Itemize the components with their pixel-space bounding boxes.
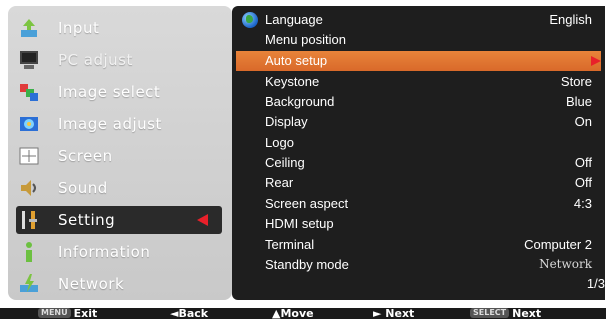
information-icon (18, 241, 40, 263)
menu-item-screen[interactable]: Screen (16, 142, 222, 170)
projector-menu: Input PC adjust Image select Image adjus… (0, 0, 606, 308)
menu-item-label: Sound (58, 179, 108, 197)
network-icon (18, 273, 40, 295)
page-indicator: 1/3 (586, 276, 605, 291)
next-hint: ► Next (373, 308, 415, 319)
menu-item-input[interactable]: Input (16, 14, 222, 42)
menu-item-setting[interactable]: Setting (16, 206, 222, 234)
input-icon (18, 17, 40, 39)
submenu-arrow-icon (591, 56, 601, 66)
menu-item-label: Image adjust (58, 115, 162, 133)
image-select-icon (18, 81, 40, 103)
menu-item-image-select[interactable]: Image select (16, 78, 222, 106)
menu-item-network[interactable]: Network (16, 270, 222, 298)
menu-item-sound[interactable]: Sound (16, 174, 222, 202)
exit-hint: MENU Exit (38, 308, 97, 319)
setting-row-background[interactable]: Background Blue (236, 92, 601, 112)
setting-row-terminal[interactable]: Terminal Computer 2 (236, 235, 601, 255)
menu-item-image-adjust[interactable]: Image adjust (16, 110, 222, 138)
pc-adjust-icon (18, 49, 40, 71)
setting-icon (18, 209, 40, 231)
menu-item-label: Input (58, 19, 100, 37)
menu-item-label: Screen (58, 147, 113, 165)
select-next-hint: SELECT Next (470, 308, 541, 319)
main-menu-panel: Input PC adjust Image select Image adjus… (8, 6, 232, 300)
setting-row-keystone[interactable]: Keystone Store (236, 72, 601, 92)
menu-item-label: Network (58, 275, 125, 293)
menu-item-label: Setting (58, 211, 116, 229)
setting-row-hdmi-setup[interactable]: HDMI setup (236, 214, 601, 234)
move-hint: ▲Move (272, 308, 314, 319)
setting-submenu-panel: Language English Menu position Auto setu… (232, 6, 605, 300)
image-adjust-icon (18, 113, 40, 135)
menu-key-icon: MENU (38, 308, 71, 318)
key-hints-bar: MENU Exit ◄Back ▲Move ► Next SELECT Next (0, 308, 606, 319)
selected-arrow-icon (197, 214, 208, 226)
back-hint: ◄Back (170, 308, 209, 319)
setting-row-ceiling[interactable]: Ceiling Off (236, 153, 601, 173)
menu-item-label: Image select (58, 83, 161, 101)
setting-row-rear[interactable]: Rear Off (236, 173, 601, 193)
setting-row-display[interactable]: Display On (236, 112, 601, 132)
setting-row-screen-aspect[interactable]: Screen aspect 4:3 (236, 194, 601, 214)
screen-icon (18, 145, 40, 167)
setting-row-language[interactable]: Language English (236, 10, 601, 30)
menu-item-label: Information (58, 243, 151, 261)
setting-row-menu-position[interactable]: Menu position (236, 30, 601, 50)
setting-row-auto-setup[interactable]: Auto setup (236, 51, 601, 71)
menu-item-information[interactable]: Information (16, 238, 222, 266)
select-key-icon: SELECT (470, 308, 510, 318)
menu-item-label: PC adjust (58, 51, 133, 69)
menu-item-pc-adjust[interactable]: PC adjust (16, 46, 222, 74)
sound-icon (18, 177, 40, 199)
setting-row-logo[interactable]: Logo (236, 133, 601, 153)
setting-row-standby-mode[interactable]: Standby mode Network (236, 255, 601, 275)
globe-icon (242, 12, 258, 28)
